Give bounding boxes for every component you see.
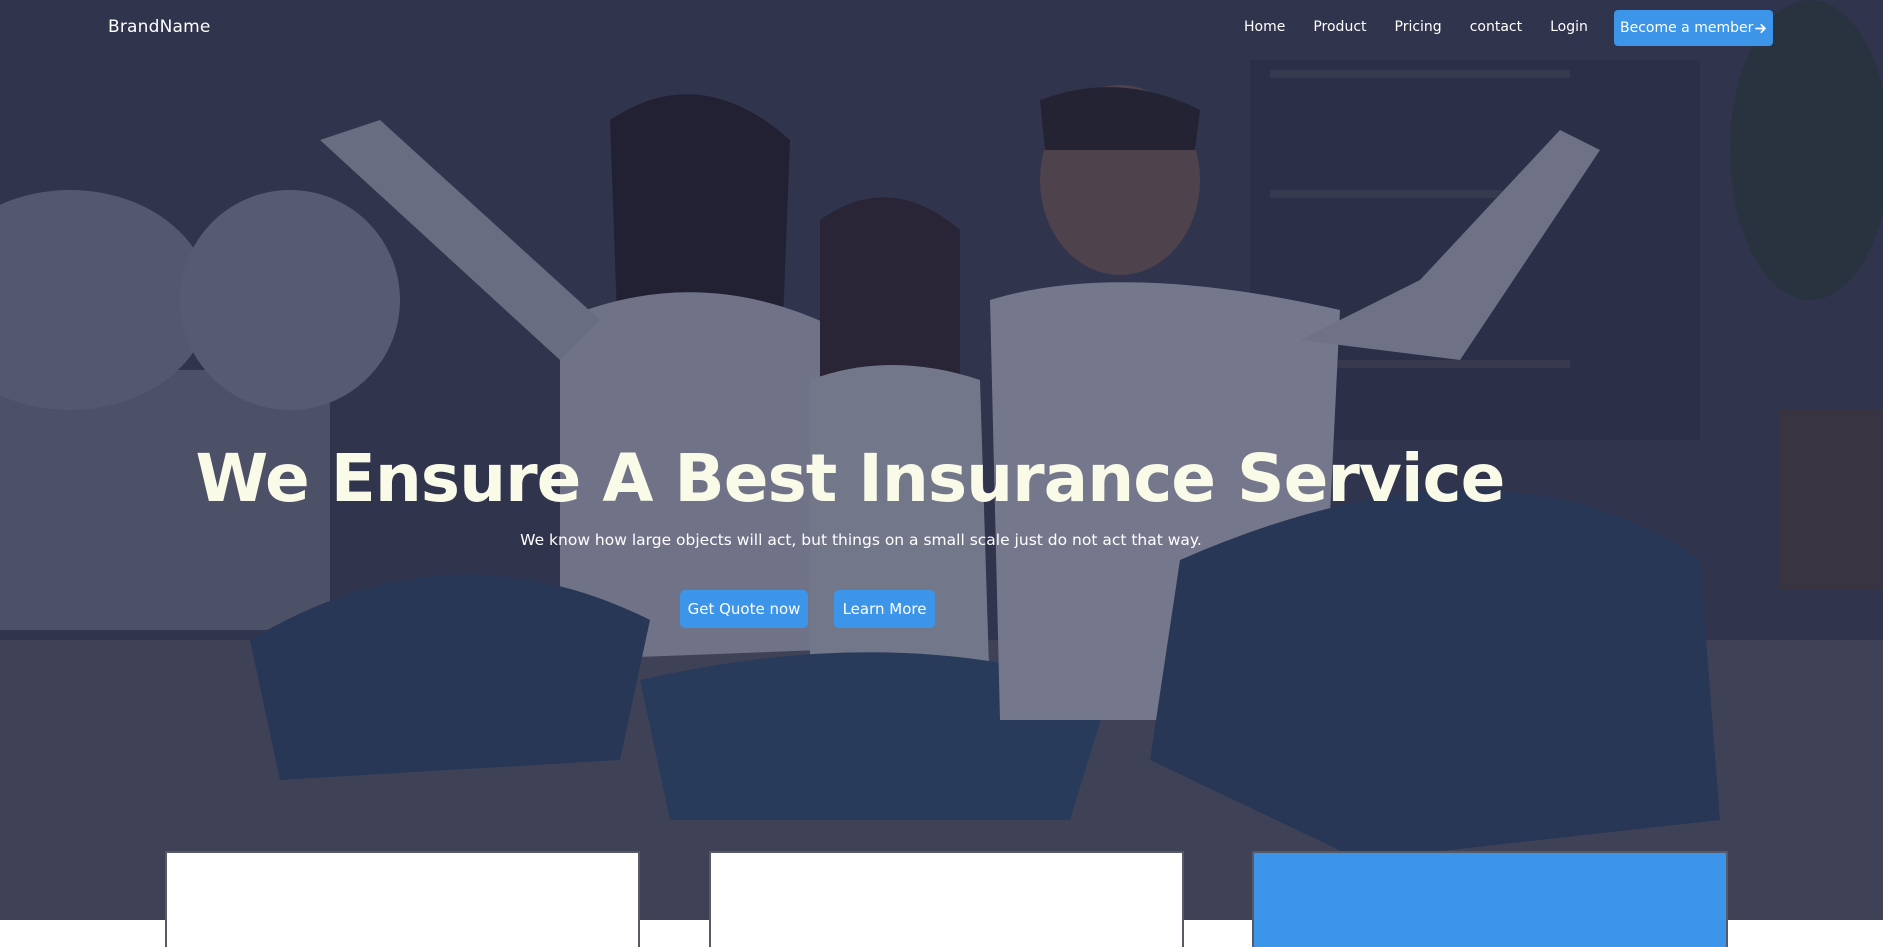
become-member-button[interactable]: Become a member [1614, 10, 1773, 46]
brand-logo[interactable]: BrandName [108, 17, 211, 37]
feature-card-3 [1252, 851, 1728, 947]
learn-more-button[interactable]: Learn More [834, 590, 935, 628]
nav-link-pricing[interactable]: Pricing [1395, 19, 1442, 35]
get-quote-button[interactable]: Get Quote now [680, 590, 808, 628]
nav-link-home[interactable]: Home [1244, 19, 1285, 35]
nav-link-contact[interactable]: contact [1470, 19, 1522, 35]
hero-buttons: Get Quote now Learn More [680, 590, 935, 628]
feature-card-1 [165, 851, 640, 947]
arrow-right-icon [1755, 23, 1767, 33]
become-member-label: Become a member [1620, 20, 1754, 36]
hero-title: We Ensure A Best Insurance Service [195, 440, 1506, 517]
nav-link-login[interactable]: Login [1550, 19, 1588, 35]
feature-card-2 [709, 851, 1184, 947]
top-navbar: BrandName Home Product Pricing contact L… [0, 0, 1883, 56]
landing-page: BrandName Home Product Pricing contact L… [0, 0, 1883, 947]
hero-subtitle: We know how large objects will act, but … [520, 531, 1202, 549]
nav-links: Home Product Pricing contact Login [1244, 19, 1616, 35]
nav-link-product[interactable]: Product [1313, 19, 1366, 35]
